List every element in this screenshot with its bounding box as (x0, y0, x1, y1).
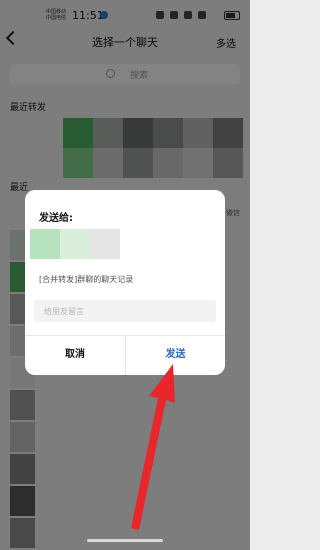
recipient-avatar (90, 229, 120, 259)
recipient-avatar (60, 229, 90, 259)
forward-description: [合并转发]群聊的聊天记录 (39, 275, 134, 284)
send-dialog: 发送给: [合并转发]群聊的聊天记录 给朋友留言 取消 发送 (25, 190, 225, 375)
recipient-avatar (30, 229, 60, 259)
dialog-title: 发送给: (39, 213, 73, 224)
send-button[interactable]: 发送 (126, 335, 225, 375)
home-indicator[interactable] (87, 539, 163, 542)
cancel-button[interactable]: 取消 (25, 335, 125, 375)
message-input[interactable]: 给朋友留言 (34, 300, 216, 322)
message-placeholder: 给朋友留言 (44, 307, 84, 316)
